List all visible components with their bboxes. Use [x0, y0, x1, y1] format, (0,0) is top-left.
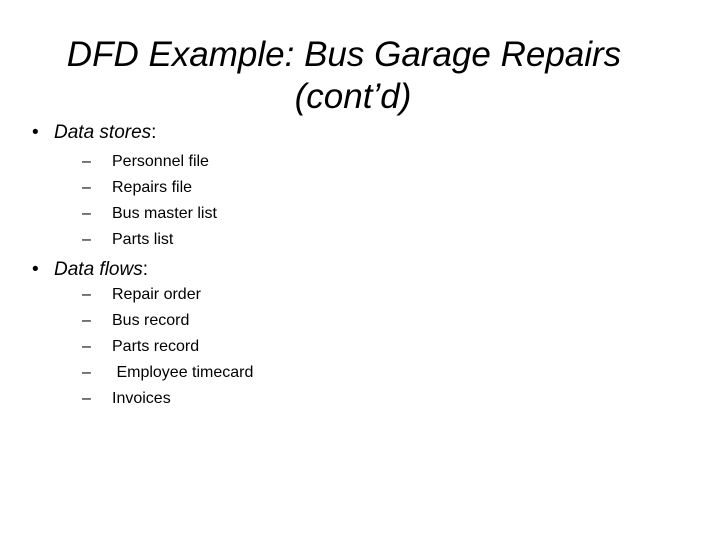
list-item: – Bus master list: [82, 205, 217, 222]
title-line-2: (cont’d): [294, 77, 412, 116]
list-item: – Repairs file: [82, 179, 193, 196]
bullet-icon: •: [32, 259, 39, 280]
list-item: – Repair order: [82, 286, 201, 303]
slide-title: DFD Example: Bus Garage Repairs (cont’d): [0, 34, 720, 118]
dash-icon: –: [82, 338, 91, 355]
bullet-suffix: :: [142, 259, 148, 280]
bullet-data-flows: • Data flows:: [32, 259, 148, 281]
bullet-suffix: :: [151, 122, 157, 143]
title-line-1: DFD Example: Bus Garage Repairs: [66, 35, 622, 74]
dash-icon: –: [82, 390, 91, 407]
dash-icon: –: [82, 312, 91, 329]
dash-icon: –: [82, 205, 91, 222]
bullet-label: Data stores: [54, 122, 152, 143]
list-item: – Parts record: [82, 338, 200, 355]
dash-icon: –: [82, 153, 91, 170]
dash-icon: –: [82, 286, 91, 303]
dash-icon: –: [82, 364, 91, 381]
bullet-data-stores: • Data stores:: [32, 122, 156, 144]
list-item: – Invoices: [82, 390, 171, 407]
list-item: – Parts list: [82, 231, 174, 248]
list-item: – Employee timecard: [82, 364, 254, 381]
bullet-icon: •: [32, 122, 39, 143]
bullet-label: Data flows: [54, 259, 143, 280]
dash-icon: –: [82, 231, 91, 248]
dash-icon: –: [82, 179, 91, 196]
list-item: – Bus record: [82, 312, 190, 329]
list-item: – Personnel file: [82, 153, 209, 170]
